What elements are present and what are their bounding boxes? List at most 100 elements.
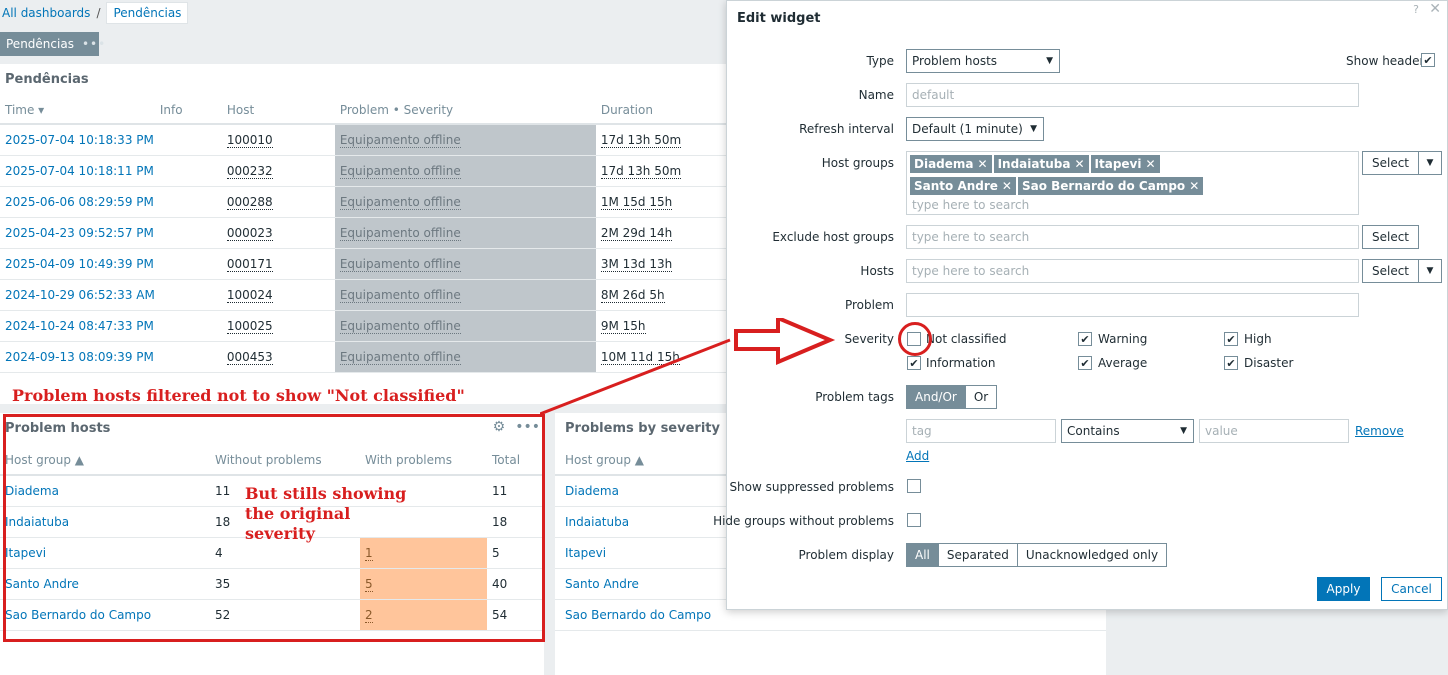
show-header-checkbox[interactable]: ✔ (1421, 53, 1435, 67)
dashboard-tab[interactable]: Pendências ••• (0, 32, 105, 56)
time-cell[interactable]: 2025-07-04 10:18:11 PM (0, 155, 155, 187)
severity-disaster-checkbox[interactable]: ✔ (1224, 356, 1238, 370)
host-link[interactable]: 000232 (226, 163, 273, 179)
host-group-link[interactable]: Diadema (565, 484, 619, 498)
host-groups-multiselect[interactable]: Diadema ✕ Indaiatuba ✕ Itapevi ✕ Santo Andre ✕ S… (906, 151, 1359, 215)
problem-link[interactable]: Equipamento offline (339, 132, 461, 148)
close-icon[interactable]: ✕ (1074, 157, 1084, 171)
time-cell[interactable]: 2024-09-13 08:09:39 PM (0, 341, 155, 373)
time-link[interactable]: 2025-07-04 10:18:33 PM (5, 133, 154, 147)
problem-cell[interactable]: Equipamento offline (334, 217, 596, 249)
close-icon[interactable]: ✕ (1189, 179, 1199, 193)
host-cell[interactable]: 000453 (221, 341, 335, 373)
time-link[interactable]: 2025-07-04 10:18:11 PM (5, 164, 154, 178)
problem-link[interactable]: Equipamento offline (339, 318, 461, 334)
tag-value-input[interactable]: value (1199, 419, 1349, 443)
problem-cell[interactable]: Equipamento offline (334, 248, 596, 280)
edit-widget-dialog: Edit widget ? ✕ Type Problem hosts ▼ Show… (713, 0, 1448, 610)
host-link[interactable]: 100025 (226, 318, 273, 334)
problem-cell[interactable]: Equipamento offline (334, 155, 596, 187)
close-icon[interactable]: ✕ (1002, 179, 1012, 193)
cancel-button[interactable]: Cancel (1381, 577, 1442, 601)
tag-input[interactable]: tag (906, 419, 1056, 443)
problem-cell[interactable]: Equipamento offline (334, 186, 596, 218)
host-link[interactable]: 000023 (226, 225, 273, 241)
host-cell[interactable]: 000288 (221, 186, 335, 218)
host-link[interactable]: 000171 (226, 256, 273, 272)
problem-cell[interactable]: Equipamento offline (334, 124, 596, 156)
breadcrumb-all-dashboards[interactable]: All dashboards (2, 6, 90, 20)
host-group-link[interactable]: Indaiatuba (565, 515, 629, 529)
severity-high-checkbox[interactable]: ✔ (1224, 332, 1238, 346)
host-link[interactable]: 000453 (226, 349, 273, 365)
name-input[interactable]: default (906, 83, 1359, 107)
host-cell[interactable]: 100010 (221, 124, 335, 156)
hosts-select-button[interactable]: Select (1362, 259, 1419, 283)
problem-link[interactable]: Equipamento offline (339, 287, 461, 303)
problem-link[interactable]: Equipamento offline (339, 163, 461, 179)
close-icon[interactable]: ✕ (1429, 1, 1441, 17)
host-groups-search[interactable]: type here to search (909, 198, 1356, 212)
time-link[interactable]: 2024-09-13 08:09:39 PM (5, 350, 154, 364)
severity-information-checkbox[interactable]: ✔ (907, 356, 921, 370)
host-group-link[interactable]: Sao Bernardo do Campo (565, 608, 711, 622)
exclude-host-groups-input[interactable]: type here to search (906, 225, 1359, 249)
host-cell[interactable]: 100024 (221, 279, 335, 311)
and-or-option[interactable]: And/Or (906, 385, 966, 409)
close-icon[interactable]: ✕ (978, 157, 988, 171)
time-cell[interactable]: 2024-10-29 06:52:33 AM (0, 279, 155, 311)
or-option[interactable]: Or (964, 385, 998, 409)
time-link[interactable]: 2025-04-09 10:49:39 PM (5, 257, 154, 271)
breadcrumb-current[interactable]: Pendências (106, 2, 189, 24)
close-icon[interactable]: ✕ (1145, 157, 1155, 171)
host-group-link[interactable]: Itapevi (565, 546, 606, 560)
exclude-select-button[interactable]: Select (1362, 225, 1419, 249)
hosts-input[interactable]: type here to search (906, 259, 1359, 283)
time-cell[interactable]: 2025-04-09 10:49:39 PM (0, 248, 155, 280)
display-all-option[interactable]: All (906, 543, 939, 567)
problem-link[interactable]: Equipamento offline (339, 225, 461, 241)
chevron-down-icon[interactable]: ▼ (1418, 151, 1442, 175)
host-link[interactable]: 100024 (226, 287, 273, 303)
time-link[interactable]: 2025-06-06 08:29:59 PM (5, 195, 154, 209)
col-time[interactable]: Time ▾ (0, 96, 155, 125)
problem-link[interactable]: Equipamento offline (339, 256, 461, 272)
severity-warning-checkbox[interactable]: ✔ (1078, 332, 1092, 346)
host-group-tag-label: Sao Bernardo do Campo (1021, 179, 1186, 193)
annotation-filter-note: Problem hosts filtered not to show "Not … (12, 386, 465, 405)
problem-cell[interactable]: Equipamento offline (334, 279, 596, 311)
chevron-down-icon[interactable]: ▼ (1418, 259, 1442, 283)
host-cell[interactable]: 100025 (221, 310, 335, 342)
tag-operator-select[interactable]: Contains ▼ (1061, 419, 1194, 443)
remove-tag-link[interactable]: Remove (1355, 424, 1404, 438)
time-cell[interactable]: 2025-06-06 08:29:59 PM (0, 186, 155, 218)
host-cell[interactable]: 000171 (221, 248, 335, 280)
time-cell[interactable]: 2024-10-24 08:47:33 PM (0, 310, 155, 342)
host-link[interactable]: 100010 (226, 132, 273, 148)
problem-link[interactable]: Equipamento offline (339, 194, 461, 210)
severity-average-checkbox[interactable]: ✔ (1078, 356, 1092, 370)
table-row: 2025-07-04 10:18:33 PM 100010 Equipamento … (0, 124, 726, 156)
help-icon[interactable]: ? (1413, 3, 1419, 16)
display-separated-option[interactable]: Separated (937, 543, 1018, 567)
more-icon[interactable]: ••• (82, 37, 106, 51)
time-link[interactable]: 2024-10-24 08:47:33 PM (5, 319, 154, 333)
hide-groups-checkbox[interactable] (907, 513, 921, 527)
time-cell[interactable]: 2025-04-23 09:52:57 PM (0, 217, 155, 249)
refresh-select[interactable]: Default (1 minute) ▼ (906, 117, 1044, 141)
host-group-link[interactable]: Santo Andre (565, 577, 639, 591)
host-cell[interactable]: 000023 (221, 217, 335, 249)
suppressed-checkbox[interactable] (907, 479, 921, 493)
time-cell[interactable]: 2025-07-04 10:18:33 PM (0, 124, 155, 156)
time-link[interactable]: 2024-10-29 06:52:33 AM (5, 288, 155, 302)
display-unack-option[interactable]: Unacknowledged only (1016, 543, 1168, 567)
host-cell[interactable]: 000232 (221, 155, 335, 187)
time-link[interactable]: 2025-04-23 09:52:57 PM (5, 226, 154, 240)
apply-button[interactable]: Apply (1317, 577, 1370, 601)
add-tag-link[interactable]: Add (906, 449, 929, 463)
problem-link[interactable]: Equipamento offline (339, 349, 461, 365)
type-select[interactable]: Problem hosts ▼ (906, 49, 1060, 73)
problem-input[interactable] (906, 293, 1359, 317)
host-groups-select-button[interactable]: Select (1362, 151, 1419, 175)
host-link[interactable]: 000288 (226, 194, 273, 210)
